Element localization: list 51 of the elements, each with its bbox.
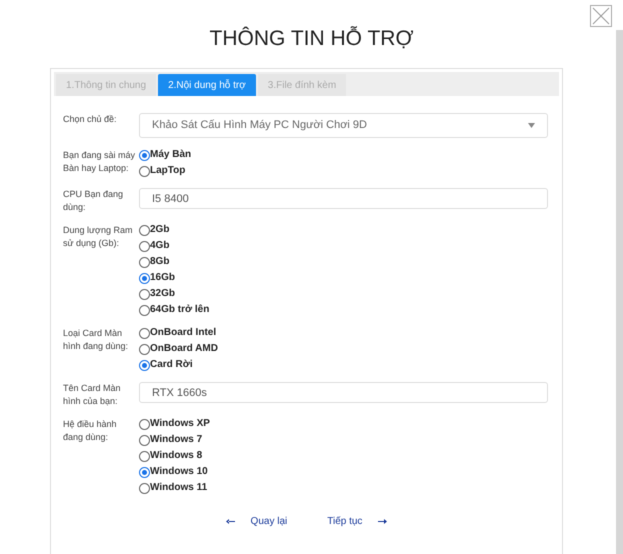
back-link[interactable]: Quay lại <box>226 514 288 529</box>
radio-button[interactable] <box>139 344 150 354</box>
radio-button[interactable] <box>139 224 150 236</box>
radio-option-label: OnBoard AMD <box>150 344 218 354</box>
radio-option-label: Windows 11 <box>150 483 208 493</box>
field-label: Hệ điều hành đang dùng: <box>63 418 118 443</box>
radio-button[interactable] <box>139 166 150 176</box>
radio-button[interactable] <box>139 288 150 300</box>
input-field[interactable]: I5 8400 <box>139 188 548 209</box>
radio-button[interactable] <box>139 272 150 284</box>
radio-option-label: Máy Bàn <box>150 150 192 160</box>
input-field[interactable]: RTX 1660s <box>139 382 548 403</box>
radio-button[interactable] <box>139 450 150 462</box>
radio-button[interactable] <box>139 304 150 316</box>
radio-option-label: Windows 10 <box>150 467 208 477</box>
radio-button[interactable] <box>139 256 150 268</box>
field-label: CPU Bạn đang dùng: <box>63 188 124 213</box>
scrollbar[interactable] <box>616 30 623 554</box>
close-icon <box>592 7 610 25</box>
field-label: Chọn chủ đề: <box>63 113 118 126</box>
caret-icon <box>528 123 535 128</box>
field-label: Loại Card Màn hình đang dùng: <box>63 327 130 352</box>
radio-option-label: Windows XP <box>150 419 210 429</box>
radio-option-label: 2Gb <box>150 225 170 235</box>
page-title: THÔNG TIN HỖ TRỢ <box>210 26 414 52</box>
radio-option-label: LapTop <box>150 166 186 176</box>
radio-button[interactable] <box>139 150 150 160</box>
field-label: Bạn đang sài máy Bàn hay Laptop: <box>63 149 136 174</box>
radio-option-label: 8Gb <box>150 257 170 267</box>
radio-button[interactable] <box>139 434 150 446</box>
radio-button[interactable] <box>139 466 150 478</box>
radio-button[interactable] <box>139 240 150 252</box>
radio-option-label: Card Rời <box>150 360 193 370</box>
radio-option-label: OnBoard Intel <box>150 328 216 338</box>
field-label: Dung lượng Ram sử dụng (Gb): <box>63 224 134 249</box>
radio-button[interactable] <box>139 418 150 430</box>
radio-button[interactable] <box>139 360 150 370</box>
radio-option-label: 64Gb trở lên <box>150 305 210 315</box>
topic-select[interactable]: Khảo Sát Cấu Hình Máy PC Người Chơi 9D <box>139 113 548 138</box>
field-label: Tên Card Màn hình của bạn: <box>63 382 122 407</box>
arrow-left-icon <box>226 519 235 524</box>
arrow-right-icon <box>378 519 388 524</box>
radio-option-label: 16Gb <box>150 273 176 283</box>
radio-option-label: 32Gb <box>150 289 176 299</box>
next-link[interactable]: Tiếp tục <box>327 514 388 529</box>
radio-button[interactable] <box>139 482 150 494</box>
radio-option-label: 4Gb <box>150 241 170 251</box>
radio-button[interactable] <box>139 328 150 338</box>
radio-option-label: Windows 7 <box>150 435 202 445</box>
radio-option-label: Windows 8 <box>150 451 202 461</box>
close-button[interactable] <box>590 5 612 27</box>
